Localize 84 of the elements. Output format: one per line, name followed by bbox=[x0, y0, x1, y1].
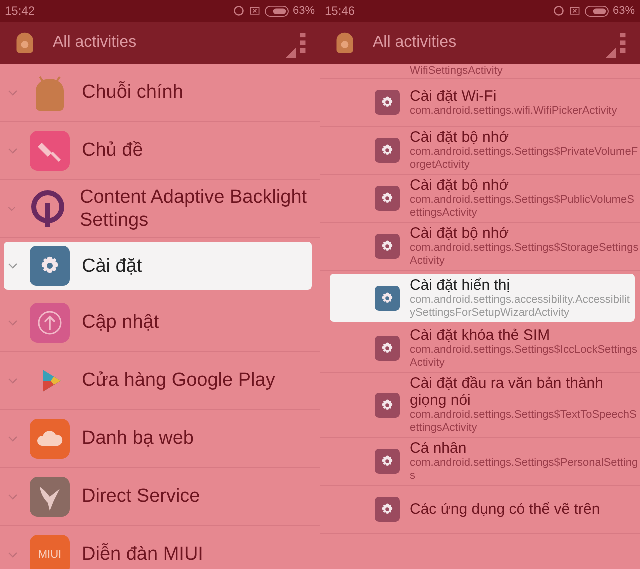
activity-list-item[interactable]: Cài đặt đầu ra văn bản thành giọng nói com.android.settings.Settings$TextToSpeechSettingsActivity bbox=[320, 373, 640, 438]
more-menu-icon[interactable] bbox=[300, 33, 306, 53]
activity-class: com.android.settings.Settings$PrivateVolumeForgetActivity bbox=[410, 146, 640, 172]
status-time: 15:46 bbox=[325, 4, 356, 18]
status-time: 15:42 bbox=[5, 4, 36, 18]
app-list-item[interactable]: Content Adaptive Backlight Settings bbox=[0, 180, 320, 238]
dropdown-corner-icon bbox=[606, 48, 616, 58]
app-name: Diễn đàn MIUI bbox=[82, 543, 204, 566]
activity-dropdown[interactable]: All activities bbox=[373, 26, 616, 60]
dropdown-corner-icon bbox=[286, 48, 296, 58]
chevron-down-icon bbox=[8, 436, 18, 442]
chevron-down-icon bbox=[8, 148, 18, 154]
app-name: Danh bạ web bbox=[82, 427, 194, 450]
app-name: Cài đặt bbox=[82, 254, 142, 278]
app-list-item[interactable]: Cài đặt bbox=[4, 242, 312, 290]
chevron-down-icon bbox=[8, 378, 18, 384]
activity-list-item[interactable]: Cài đặt khóa thẻ SIM com.android.settings.Settings$IccLockSettingsActivity bbox=[320, 325, 640, 373]
app-list-item[interactable]: MIUI Diễn đàn MIUI bbox=[0, 526, 320, 569]
activity-name: Các ứng dụng có thể vẽ trên bbox=[410, 501, 600, 518]
app-list-item[interactable]: Chủ đề bbox=[0, 122, 320, 180]
gear-icon bbox=[375, 497, 400, 522]
app-list-item[interactable]: Danh bạ web bbox=[0, 410, 320, 468]
gear-icon bbox=[375, 392, 400, 418]
activity-name: Cá nhân bbox=[410, 440, 468, 457]
gear-icon bbox=[30, 246, 70, 286]
miui-logo: MIUI bbox=[30, 534, 70, 569]
activity-dropdown[interactable]: All activities bbox=[53, 26, 296, 60]
activity-name: Cài đặt Wi-Fi bbox=[410, 88, 498, 104]
battery-icon bbox=[584, 6, 609, 16]
brush-icon bbox=[30, 130, 70, 170]
activity-class: com.android.settings.Settings$PersonalSettings bbox=[410, 457, 640, 483]
app-name: Content Adaptive Backlight Settings bbox=[80, 186, 308, 232]
activity-class: com.android.settings.Settings$IccLockSettingsActivity bbox=[410, 344, 638, 370]
activity-class: com.android.settings.Settings$PublicVolumeSettingsActivity bbox=[410, 194, 636, 220]
app-list-item[interactable]: Cửa hàng Google Play bbox=[0, 352, 320, 410]
activity-list-item[interactable]: Cài đặt bộ nhớ com.android.settings.Settings$PrivateVolumeForgetActivity bbox=[320, 127, 640, 175]
chevron-down-icon bbox=[8, 90, 18, 96]
activity-list-item[interactable]: Cài đặt Wi-Fi com.android.settings.wifi.WifiPickerActivity bbox=[320, 79, 640, 127]
activity-name: Cài đặt đầu ra văn bản thành giọng nói bbox=[410, 375, 604, 409]
activity-list-item[interactable]: Các ứng dụng có thể vẽ trên bbox=[320, 486, 640, 534]
app-name: Cửa hàng Google Play bbox=[82, 369, 276, 392]
activity-list-item[interactable]: Cài đặt bộ nhớ com.android.settings.Settings$StorageSettingsActivity bbox=[320, 223, 640, 271]
app-list-item[interactable]: Direct Service bbox=[0, 468, 320, 526]
battery-percent: 63% bbox=[612, 5, 635, 17]
activity-name: Cài đặt bộ nhớ bbox=[410, 177, 510, 194]
activity-name: Cài đặt khóa thẻ SIM bbox=[410, 327, 552, 344]
gear-icon bbox=[375, 336, 400, 361]
android-icon bbox=[14, 30, 36, 56]
activity-class: com.android.settings.wifi.WifiPickerActivity bbox=[410, 104, 618, 118]
more-menu-icon[interactable] bbox=[620, 33, 626, 53]
app-list-item[interactable]: Chuỗi chính bbox=[0, 64, 320, 122]
gear-icon bbox=[375, 234, 400, 259]
activity-name: Cài đặt hiển thị bbox=[410, 276, 512, 294]
gear-icon bbox=[375, 138, 400, 163]
activity-list-item[interactable]: Cài đặt hiển thị com.android.settings.accessibility.AccessibilitySettingsForSetupWizardActivity bbox=[330, 274, 635, 322]
chevron-down-icon bbox=[8, 552, 18, 558]
gear-icon bbox=[375, 186, 400, 211]
chevron-down-icon bbox=[8, 320, 18, 326]
battery-icon bbox=[264, 6, 289, 16]
app-name: Cập nhật bbox=[82, 311, 160, 334]
activity-class: com.android.settings.accessibility.AccessibilitySettingsForSetupWizardActivity bbox=[410, 294, 631, 320]
app-name: Direct Service bbox=[82, 485, 200, 508]
bird-icon bbox=[30, 476, 70, 516]
activity-list-item[interactable]: Cài đặt bộ nhớ com.android.settings.Settings$PublicVolumeSettingsActivity bbox=[320, 175, 640, 223]
app-list-item[interactable]: Cập nhật bbox=[0, 294, 320, 352]
activity-name: Cài đặt bộ nhớ bbox=[410, 129, 510, 146]
no-sim-icon bbox=[568, 5, 581, 17]
activity-class: com.android.settings.Settings$TextToSpeechSettingsActivity bbox=[410, 409, 638, 435]
chevron-down-icon bbox=[8, 494, 18, 500]
gear-icon bbox=[375, 449, 400, 474]
gear-icon bbox=[375, 286, 400, 310]
activity-class: WifiSettingsActivity bbox=[410, 65, 503, 78]
android-icon bbox=[334, 30, 356, 56]
chevron-down-icon bbox=[8, 263, 18, 269]
app-name: Chuỗi chính bbox=[82, 81, 184, 104]
cloud-icon bbox=[30, 418, 70, 458]
gear-icon bbox=[375, 90, 400, 115]
battery-percent: 63% bbox=[292, 5, 315, 17]
activity-list-item[interactable]: Cá nhân com.android.settings.Settings$PersonalSettings bbox=[320, 438, 640, 486]
activity-name: Cài đặt bộ nhớ bbox=[410, 225, 510, 242]
activity-class: com.android.settings.Settings$StorageSettingsActivity bbox=[410, 242, 640, 268]
app-name: Chủ đề bbox=[82, 139, 144, 162]
chevron-down-icon bbox=[8, 206, 16, 212]
no-sim-icon bbox=[248, 5, 261, 17]
